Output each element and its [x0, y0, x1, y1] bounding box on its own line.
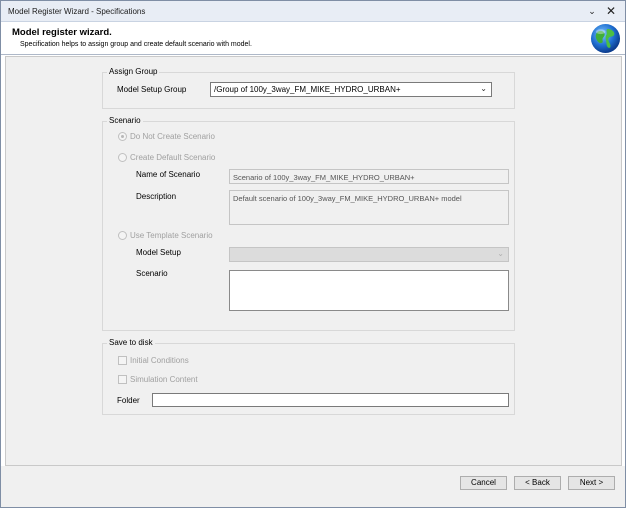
description-value: Default scenario of 100y_3way_FM_MIKE_HY…	[233, 194, 462, 203]
title-bar: Model Register Wizard - Specifications ⌄…	[1, 1, 625, 22]
save-to-disk-label: Save to disk	[107, 338, 155, 347]
use-template-label: Use Template Scenario	[130, 231, 213, 240]
do-not-create-label: Do Not Create Scenario	[130, 132, 215, 141]
radio-use-template[interactable]	[118, 231, 127, 240]
assign-group-label: Assign Group	[107, 67, 160, 76]
model-setup-combo[interactable]: ⌄	[229, 247, 509, 262]
description-label: Description	[136, 192, 177, 201]
chevron-down-icon[interactable]: ⌄	[586, 5, 598, 17]
description-field[interactable]: Default scenario of 100y_3way_FM_MIKE_HY…	[229, 190, 509, 225]
radio-create-default[interactable]	[118, 153, 127, 162]
next-button[interactable]: Next >	[568, 476, 615, 490]
scenario-label: Scenario	[136, 269, 168, 278]
checkbox-initial-conditions[interactable]	[118, 356, 127, 365]
radio-do-not-create[interactable]	[118, 132, 127, 141]
chevron-down-icon[interactable]: ⌄	[497, 249, 504, 258]
header-subtitle: Specification helps to assign group and …	[20, 41, 252, 48]
model-setup-label: Model Setup	[136, 248, 181, 257]
window-title: Model Register Wizard - Specifications	[8, 7, 146, 16]
cancel-button[interactable]: Cancel	[460, 476, 507, 490]
wizard-window: Model Register Wizard - Specifications ⌄…	[0, 0, 626, 508]
back-button[interactable]: < Back	[514, 476, 561, 490]
model-setup-group-combo[interactable]: /Group of 100y_3way_FM_MIKE_HYDRO_URBAN+…	[210, 82, 492, 97]
simulation-content-label: Simulation Content	[130, 375, 198, 384]
create-default-label: Create Default Scenario	[130, 153, 216, 162]
initial-conditions-label: Initial Conditions	[130, 356, 189, 365]
scenario-list[interactable]	[229, 270, 509, 311]
scenario-group-label: Scenario	[107, 116, 143, 125]
name-of-scenario-label: Name of Scenario	[136, 170, 201, 179]
folder-label: Folder	[117, 396, 140, 405]
wizard-footer: Cancel < Back Next >	[1, 466, 625, 507]
globe-icon	[590, 23, 621, 54]
folder-field[interactable]	[152, 393, 509, 407]
header-title: Model register wizard.	[12, 27, 112, 38]
model-setup-group-value: /Group of 100y_3way_FM_MIKE_HYDRO_URBAN+	[214, 85, 401, 94]
close-icon[interactable]: ✕	[605, 5, 617, 17]
chevron-down-icon[interactable]: ⌄	[480, 84, 487, 93]
name-of-scenario-value: Scenario of 100y_3way_FM_MIKE_HYDRO_URBA…	[233, 173, 415, 182]
checkbox-simulation-content[interactable]	[118, 375, 127, 384]
name-of-scenario-field[interactable]: Scenario of 100y_3way_FM_MIKE_HYDRO_URBA…	[229, 169, 509, 184]
model-setup-group-label: Model Setup Group	[117, 85, 187, 94]
wizard-header: Model register wizard. Specification hel…	[1, 22, 625, 55]
wizard-body: Assign Group Model Setup Group /Group of…	[5, 56, 622, 466]
